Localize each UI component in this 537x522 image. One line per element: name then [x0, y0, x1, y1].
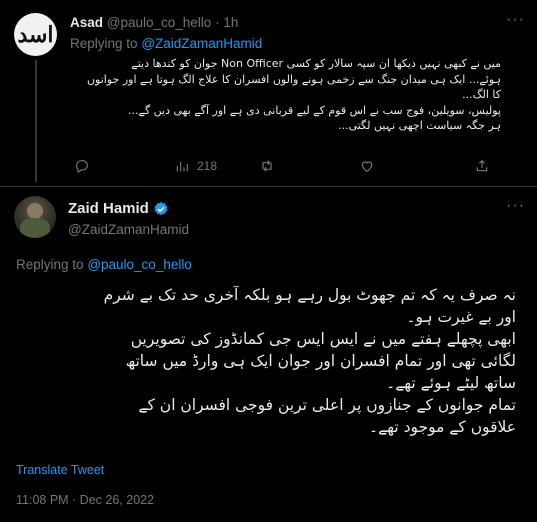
retweet-button[interactable]	[259, 158, 282, 174]
author-handle[interactable]: @paulo_co_hello	[107, 15, 212, 30]
reply-text-line: ہوئے... ایک ہی میدان جنگ سے زخمی ہونے وا…	[86, 72, 501, 86]
more-options-icon[interactable]: ···	[506, 197, 525, 215]
separator: ·	[215, 15, 220, 30]
retweet-icon	[262, 160, 272, 172]
tweet-text-line: تمام جوانوں کے جنازوں پر اعلی ترین فوجی …	[138, 396, 516, 414]
replying-prefix: Replying to	[16, 257, 84, 272]
divider	[0, 186, 537, 187]
reply-text-line: میں نے کبھی نہیں دیکھا ان سپہ سالار کو ک…	[131, 57, 501, 70]
avatar[interactable]: اسد	[14, 13, 57, 56]
author-handle[interactable]: @ZaidZamanHamid	[68, 222, 189, 237]
author-name-row: Zaid Hamid	[68, 200, 169, 217]
more-options-icon[interactable]: ···	[506, 11, 525, 29]
avatar-face	[27, 203, 43, 219]
views-button[interactable]: 218	[174, 158, 217, 174]
avatar-glyph: اسد	[17, 21, 54, 48]
reply-icon	[76, 160, 88, 174]
views-count: 218	[197, 159, 218, 173]
reply-text-line: کا الگ...	[462, 88, 501, 101]
thread-line	[35, 60, 37, 182]
reply-text: میں نے کبھی نہیں دیکھا ان سپہ سالار کو ک…	[61, 56, 501, 134]
replying-handle-link[interactable]: @ZaidZamanHamid	[141, 36, 262, 51]
tweet-text-line: لگائی تھی اور تمام افسران اور جوان ایک ہ…	[125, 352, 516, 370]
views-icon	[176, 162, 188, 172]
reply-header: Asad @paulo_co_hello · 1h	[70, 15, 238, 30]
replying-prefix: Replying to	[70, 36, 138, 51]
timestamp[interactable]: 11:08 PM · Dec 26, 2022	[16, 493, 154, 507]
tweet-text-line: نہ صرف یہ کہ تم جھوٹ بول رہے ہو بلکہ آخر…	[103, 286, 516, 304]
replying-to: Replying to @ZaidZamanHamid	[70, 36, 262, 51]
share-icon	[476, 159, 488, 172]
tweet-text-line: اور بے غیرت ہو۔	[406, 308, 516, 326]
tweet-text-line: ابھی پچھلے ہفتے میں نے ایس ایس جی کمانڈو…	[130, 330, 516, 348]
avatar[interactable]	[14, 196, 56, 238]
avatar-body	[20, 218, 50, 238]
author-name[interactable]: Asad	[70, 15, 103, 30]
post-time[interactable]: 1h	[223, 15, 238, 30]
reply-tweet[interactable]: اسد Asad @paulo_co_hello · 1h ··· Replyi…	[0, 0, 537, 186]
heart-icon	[361, 161, 373, 173]
tweet-text-line: علاقوں کے موجود تھے۔	[369, 418, 516, 436]
translate-tweet-link[interactable]: Translate Tweet	[16, 463, 104, 477]
reply-button[interactable]	[74, 158, 97, 174]
like-button[interactable]	[359, 158, 382, 174]
replying-to: Replying to @paulo_co_hello	[16, 257, 192, 272]
action-bar: 218	[74, 158, 514, 176]
reply-text-line: ہر جگہ سیاست اچھی نہیں لگتی...	[338, 119, 501, 132]
verified-badge-icon	[154, 201, 168, 215]
author-name[interactable]: Zaid Hamid	[68, 200, 149, 217]
reply-text-line: پولیس، سویلین، فوج سب نے اس قوم کے لیے ق…	[128, 103, 501, 117]
replying-handle-link[interactable]: @paulo_co_hello	[87, 257, 192, 272]
tweet-text-line: ساتھ لیٹے ہوئے تھے۔	[386, 374, 516, 392]
share-button[interactable]	[474, 158, 497, 174]
tweet-text: نہ صرف یہ کہ تم جھوٹ بول رہے ہو بلکہ آخر…	[16, 284, 516, 438]
